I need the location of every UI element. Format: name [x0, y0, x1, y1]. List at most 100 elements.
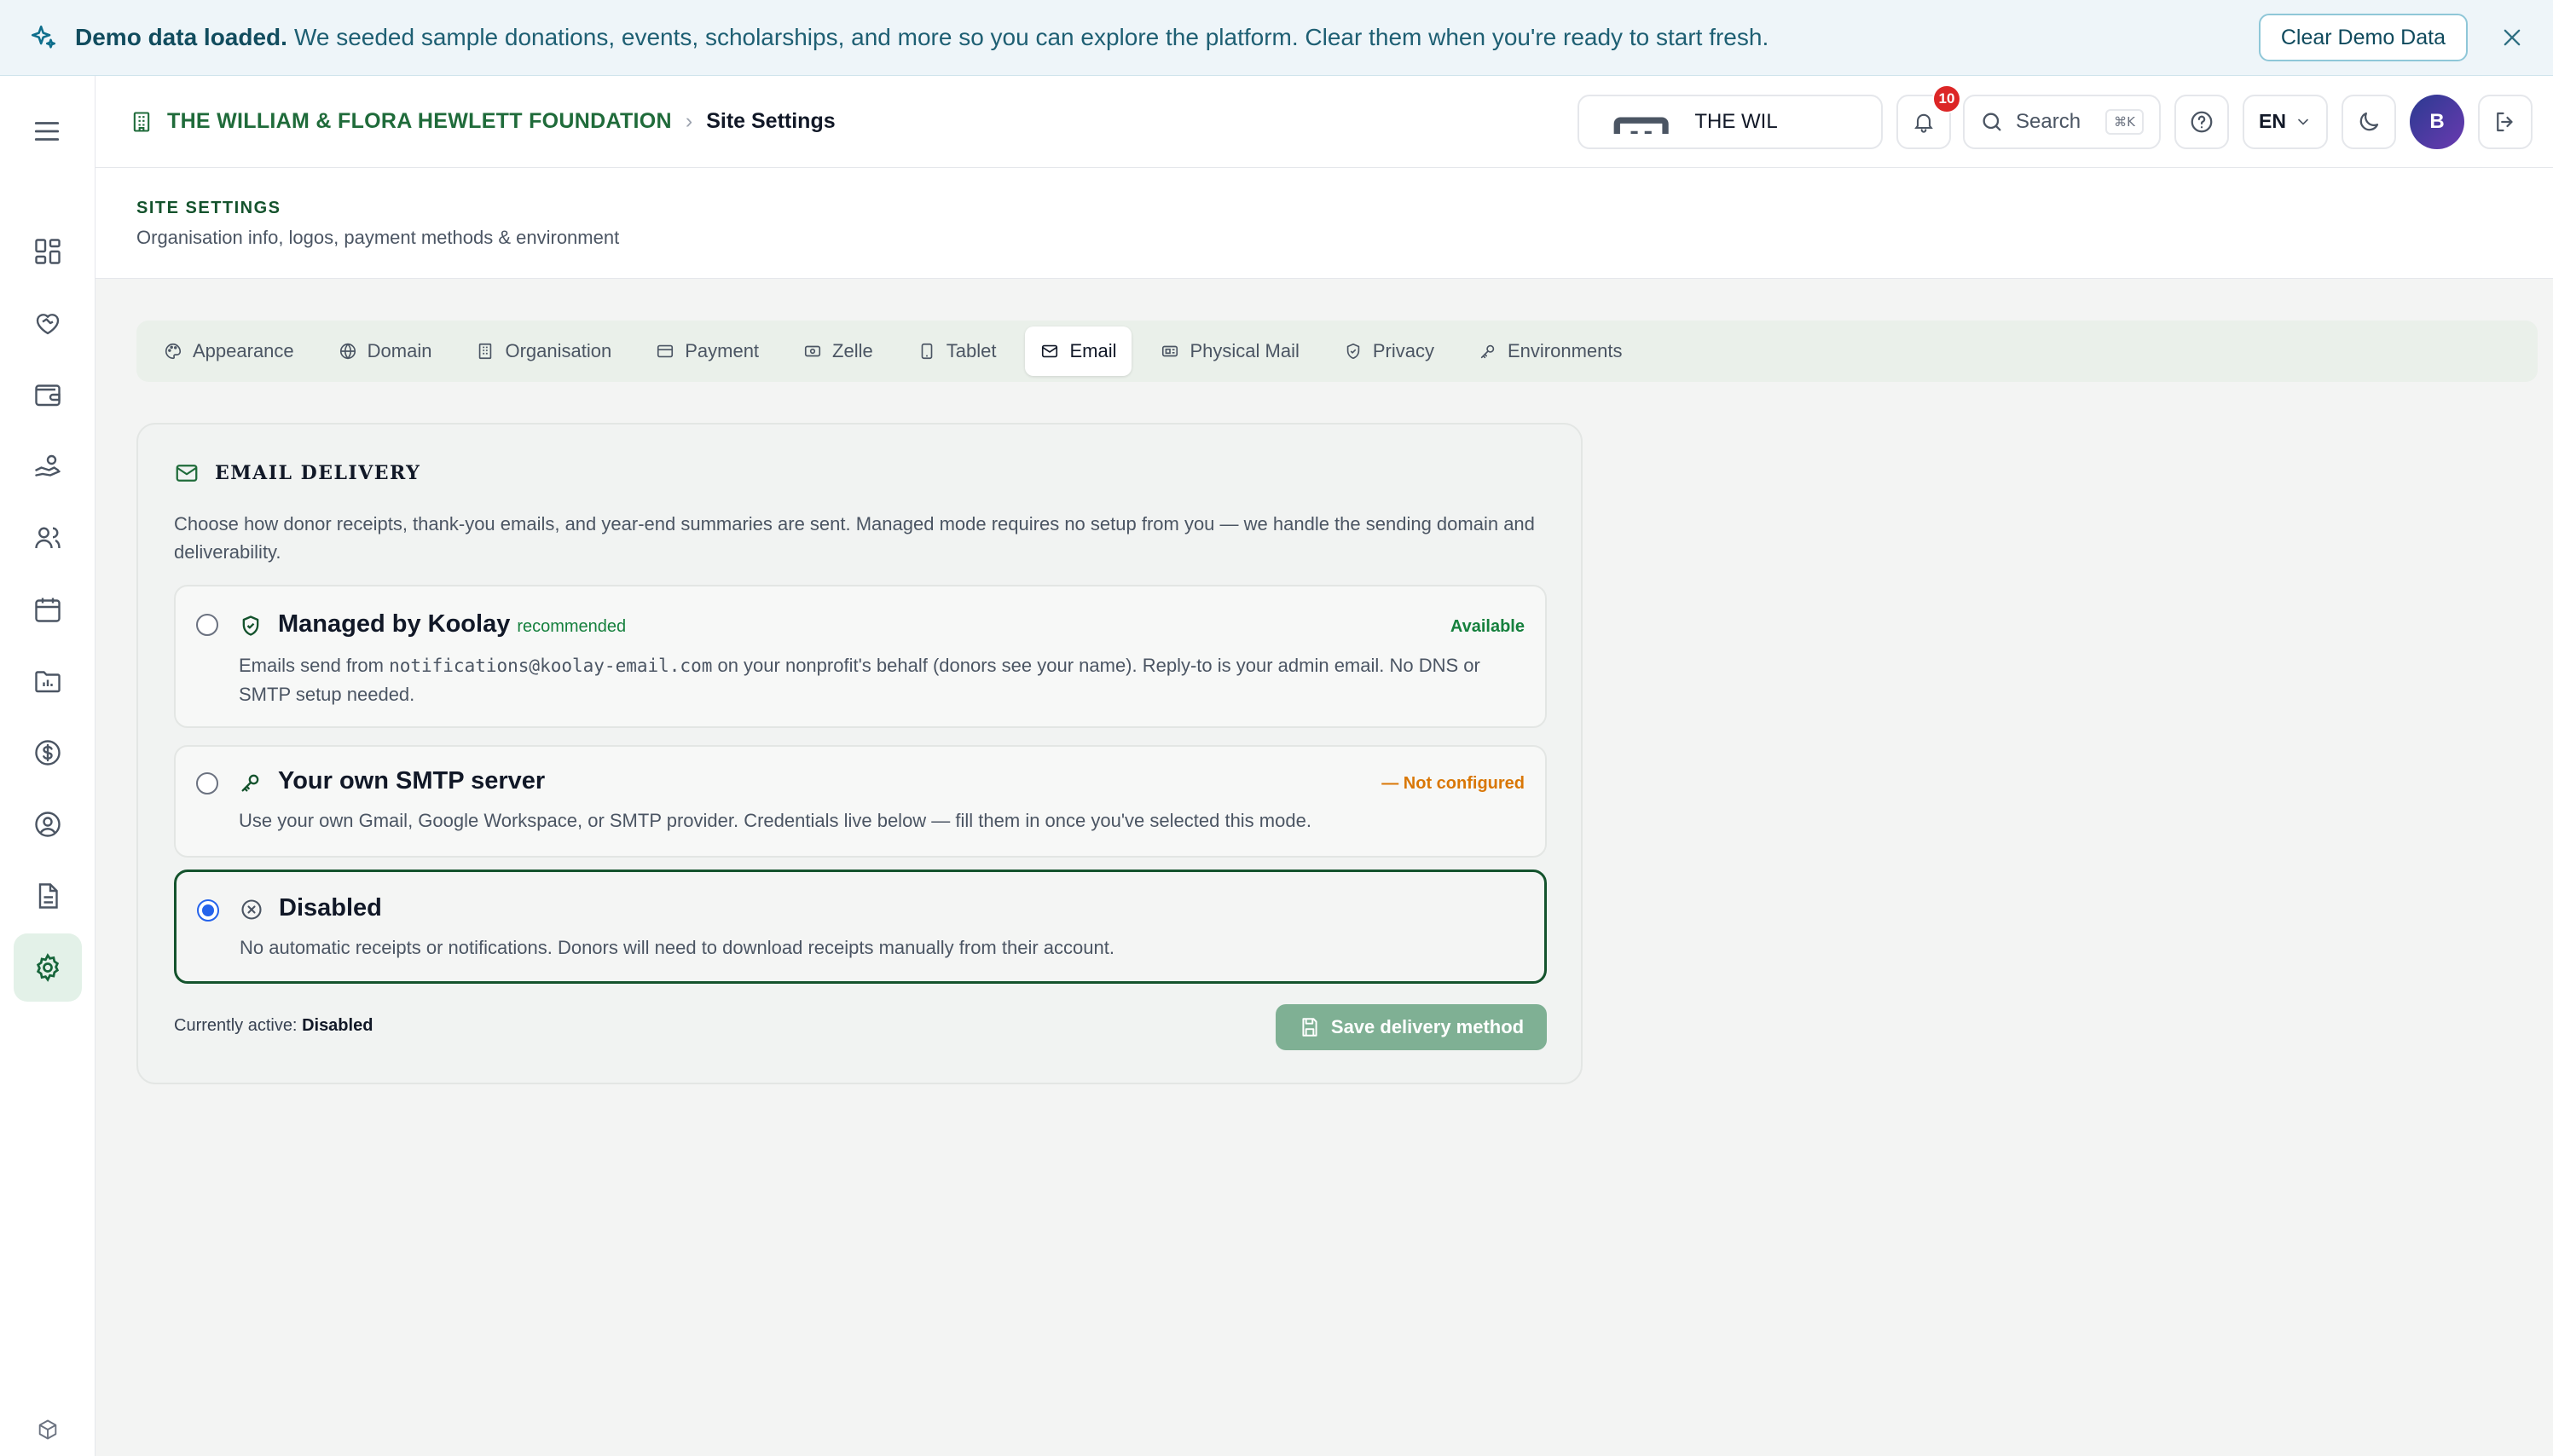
status-available: Available	[1450, 617, 1525, 636]
tab-environments[interactable]: Environments	[1463, 326, 1638, 376]
logout-button[interactable]	[2478, 94, 2533, 149]
mail-icon	[176, 465, 198, 482]
notifications-button[interactable]: 10	[1896, 84, 1961, 149]
save-icon	[1302, 1018, 1317, 1037]
radio-managed[interactable]	[196, 614, 218, 636]
breadcrumb: THE WILLIAM & FLORA HEWLETT FOUNDATION ›…	[130, 109, 1578, 134]
users-icon	[35, 527, 61, 549]
card-header: EMAIL DELIVERY	[174, 460, 420, 486]
option-managed[interactable]: Managed by Koolay recommended Available E…	[174, 585, 1547, 728]
key-icon	[239, 771, 263, 794]
credit-card-icon	[657, 344, 674, 358]
heart-handshake-icon	[36, 314, 60, 335]
tab-organisation[interactable]: Organisation	[460, 326, 627, 376]
sidebar-item-documents[interactable]	[14, 862, 82, 930]
user-circle-icon	[35, 812, 61, 837]
sidebar	[0, 76, 96, 1456]
avatar[interactable]: B	[2410, 94, 2464, 149]
sidebar-item-people[interactable]	[14, 504, 82, 572]
help-button[interactable]	[2174, 94, 2229, 149]
search-button[interactable]: Search ⌘K	[1963, 94, 2161, 149]
sidebar-item-profile[interactable]	[14, 790, 82, 858]
search-label: Search	[2016, 109, 2081, 133]
card-title: EMAIL DELIVERY	[215, 462, 421, 484]
cube-icon[interactable]	[36, 1418, 60, 1442]
save-delivery-method-button[interactable]: Save delivery method	[1276, 1004, 1547, 1050]
top-header: THE WILLIAM & FLORA HEWLETT FOUNDATION ›…	[96, 76, 2553, 168]
moon-icon	[2359, 112, 2379, 130]
demo-banner: Demo data loaded. We seeded sample donati…	[0, 0, 2553, 76]
radio-disabled[interactable]	[197, 899, 219, 922]
card-description: Choose how donor receipts, thank-you ema…	[174, 513, 1535, 563]
globe-icon	[339, 343, 356, 360]
sidebar-item-dashboard[interactable]	[14, 217, 82, 286]
page-subtitle: Organisation info, logos, payment method…	[136, 227, 620, 248]
shield-check-icon	[239, 614, 263, 638]
chevron-down-icon	[2298, 118, 2308, 125]
tab-email[interactable]: Email	[1025, 326, 1132, 376]
org-selector-label: THE WILLIAM & FL...	[1694, 109, 1778, 133]
language-label: EN	[2259, 110, 2286, 132]
tab-label: Physical Mail	[1190, 340, 1300, 361]
option-own-smtp[interactable]: Your own SMTP server — Not configured Us…	[174, 745, 1547, 858]
wallet-icon	[35, 384, 61, 407]
gear-icon	[36, 953, 60, 982]
tab-label: Environments	[1507, 340, 1623, 361]
recommended-badge: recommended	[517, 617, 627, 636]
sidebar-item-donations[interactable]	[14, 289, 82, 357]
close-icon[interactable]	[2500, 26, 2524, 49]
option-disabled[interactable]: Disabled No automatic receipts or notifi…	[174, 870, 1547, 984]
shield-icon	[1346, 343, 1360, 360]
mail-icon	[1042, 344, 1058, 358]
file-text-icon	[38, 883, 58, 909]
x-circle-icon	[240, 898, 263, 922]
currently-active-label: Currently active:	[174, 1016, 298, 1035]
tab-physical-mail[interactable]: Physical Mail	[1145, 326, 1314, 376]
breadcrumb-org[interactable]: THE WILLIAM & FLORA HEWLETT FOUNDATION	[167, 109, 672, 134]
sidebar-item-giving[interactable]	[14, 432, 82, 500]
tab-label: Zelle	[832, 340, 873, 361]
tab-zelle[interactable]: Zelle	[788, 326, 889, 376]
option-title: Disabled	[279, 894, 382, 922]
help-circle-icon	[2191, 111, 2213, 132]
chevron-down-icon	[1778, 113, 1861, 131]
tab-appearance[interactable]: Appearance	[148, 326, 310, 376]
search-shortcut: ⌘K	[2105, 108, 2144, 135]
tab-payment[interactable]: Payment	[640, 326, 774, 376]
sidebar-item-settings[interactable]	[14, 933, 82, 1002]
banner-title: Demo data loaded.	[75, 24, 287, 50]
logout-icon	[2497, 112, 2513, 131]
sidebar-item-events[interactable]	[14, 575, 82, 644]
tab-label: Payment	[685, 340, 760, 361]
key-icon	[1480, 344, 1495, 359]
breadcrumb-separator: ›	[685, 109, 693, 133]
option-title: Your own SMTP server	[278, 767, 546, 794]
sidebar-item-finance[interactable]	[14, 719, 82, 787]
postage-icon	[1162, 345, 1178, 357]
building-icon	[1600, 110, 1682, 134]
clear-demo-data-button[interactable]: Clear Demo Data	[2258, 14, 2468, 61]
banner-body: We seeded sample donations, events, scho…	[293, 24, 1769, 50]
page-title: SITE SETTINGS	[136, 199, 281, 217]
tab-domain[interactable]: Domain	[323, 326, 448, 376]
sparkles-icon	[29, 23, 58, 52]
radio-own-smtp[interactable]	[196, 772, 218, 794]
tab-label: Privacy	[1372, 340, 1434, 361]
tab-label: Tablet	[946, 340, 997, 361]
banner-message: Demo data loaded. We seeded sample donati…	[75, 24, 2259, 51]
menu-icon[interactable]	[31, 115, 63, 147]
tab-tablet[interactable]: Tablet	[902, 326, 1012, 376]
folder-chart-icon	[35, 671, 61, 693]
dashboard-icon	[35, 239, 61, 264]
building-icon	[130, 110, 153, 134]
banknote-icon	[804, 345, 821, 357]
tab-privacy[interactable]: Privacy	[1329, 326, 1450, 376]
org-selector[interactable]: THE WILLIAM & FL...	[1578, 94, 1883, 149]
theme-toggle-button[interactable]	[2342, 94, 2396, 149]
language-selector[interactable]: EN	[2243, 94, 2328, 149]
sidebar-item-wallet[interactable]	[14, 361, 82, 429]
option-description: No automatic receipts or notifications. …	[240, 937, 1114, 958]
sidebar-item-reports[interactable]	[14, 647, 82, 715]
option-title: Managed by Koolay recommended	[278, 610, 626, 638]
status-not-configured: — Not configured	[1381, 774, 1525, 793]
